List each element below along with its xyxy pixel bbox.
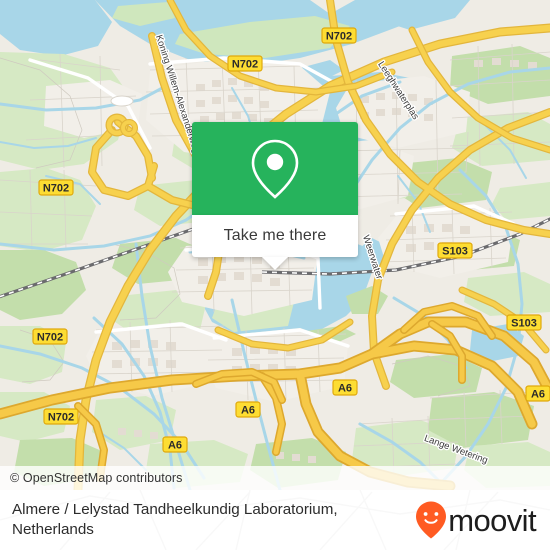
- footer-bar: Almere / Lelystad Tandheelkundig Laborat…: [0, 490, 550, 550]
- screenshot-root: .w{fill:#a8d6e8} .g{fill:#d6e9c4} .gf{fi…: [0, 0, 550, 550]
- popup-action[interactable]: Take me there: [192, 215, 358, 270]
- map-attribution: © OpenStreetMap contributors: [0, 466, 550, 490]
- map-popup[interactable]: Take me there: [192, 122, 358, 270]
- attribution-text: © OpenStreetMap contributors: [10, 471, 183, 485]
- moovit-brand[interactable]: moovit: [415, 500, 550, 540]
- location-title: Almere / Lelystad Tandheelkundig Laborat…: [12, 501, 338, 538]
- moovit-wordmark: moovit: [448, 502, 536, 538]
- popup-tail: [262, 257, 288, 270]
- map-pin-icon: [251, 139, 299, 199]
- moovit-smiley-pin-icon: [416, 501, 447, 539]
- map-viewport[interactable]: .w{fill:#a8d6e8} .g{fill:#d6e9c4} .gf{fi…: [0, 0, 550, 490]
- popup-header: [192, 122, 358, 215]
- take-me-there-label: Take me there: [223, 227, 327, 244]
